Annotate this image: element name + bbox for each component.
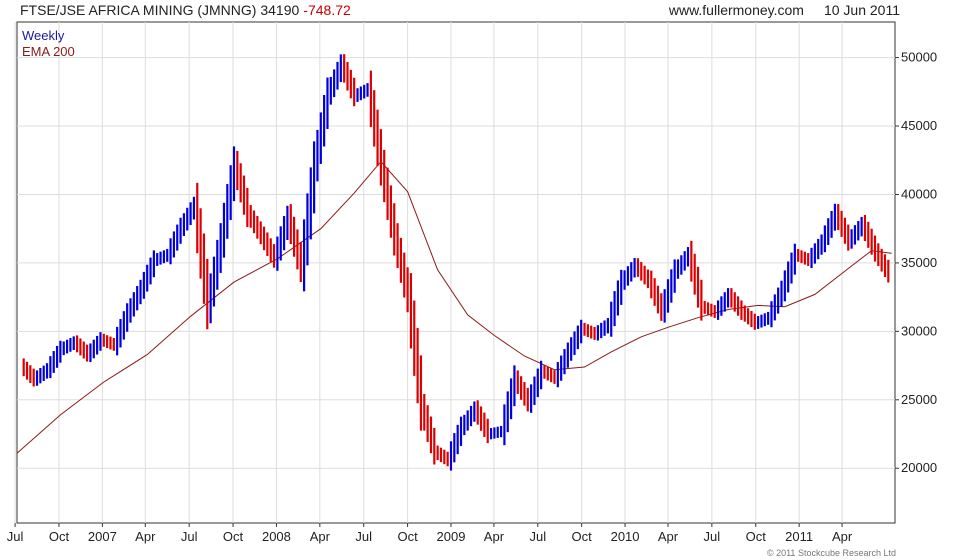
x-tick-label: 2010	[611, 529, 640, 544]
x-tick-label: Oct	[49, 529, 70, 544]
x-tick-label: Oct	[397, 529, 418, 544]
y-tick-label: 50000	[901, 50, 937, 65]
x-tick-label: Apr	[832, 529, 853, 544]
y-tick-label: 45000	[901, 118, 937, 133]
x-tick-label: Jul	[704, 529, 721, 544]
x-tick-label: Apr	[310, 529, 331, 544]
ema-layer	[16, 160, 892, 454]
legend-weekly: Weekly	[22, 28, 65, 43]
copyright: © 2011 Stockcube Research Ltd	[766, 548, 896, 558]
x-tick-label: 2008	[262, 529, 291, 544]
ema-200-line	[16, 160, 892, 454]
legend-ema: EMA 200	[22, 44, 75, 59]
x-tick-label: Oct	[572, 529, 593, 544]
y-tick-label: 30000	[901, 323, 937, 338]
x-tick-label: Jul	[181, 529, 198, 544]
x-tick-label: Oct	[746, 529, 767, 544]
x-tick-label: 2009	[437, 529, 466, 544]
y-tick-label: 25000	[901, 392, 937, 407]
x-tick-label: Jul	[529, 529, 546, 544]
x-tick-label: Oct	[223, 529, 244, 544]
x-tick-label: Jul	[7, 529, 24, 544]
x-tick-label: Apr	[484, 529, 505, 544]
x-tick-label: 2007	[88, 529, 117, 544]
x-tick-label: Jul	[355, 529, 372, 544]
y-tick-label: 20000	[901, 460, 937, 475]
plot-frame	[16, 21, 896, 524]
x-tick-label: Apr	[658, 529, 679, 544]
x-tick-label: Apr	[135, 529, 156, 544]
axes: 20000 25000 30000 35000 40000 45000 50000 Jul Oc…	[7, 50, 937, 544]
price-bars	[22, 54, 890, 471]
chart-area: 20000 25000 30000 35000 40000 45000 50000 Jul Oc…	[7, 21, 937, 544]
x-tick-label: 2011	[785, 529, 813, 544]
y-tick-label: 35000	[901, 255, 937, 270]
y-tick-label: 40000	[901, 186, 937, 201]
